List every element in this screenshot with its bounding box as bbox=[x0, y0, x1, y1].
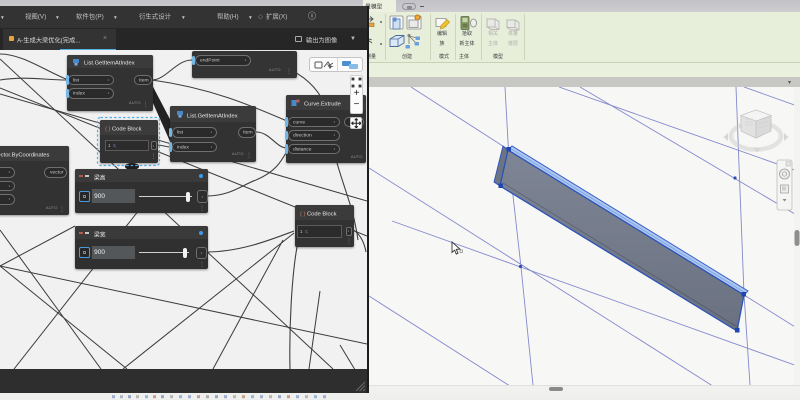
svg-text:创建: 创建 bbox=[402, 53, 412, 60]
svg-text:楼层: 楼层 bbox=[508, 40, 518, 47]
svg-text:模式: 模式 bbox=[439, 53, 449, 60]
svg-text:族: 族 bbox=[440, 40, 445, 47]
svg-text:拾取: 拾取 bbox=[462, 30, 472, 37]
svg-text:新主体: 新主体 bbox=[460, 40, 475, 47]
svg-text:主体: 主体 bbox=[488, 40, 498, 47]
svg-text:模型: 模型 bbox=[493, 53, 503, 60]
svg-text:相关: 相关 bbox=[488, 30, 498, 37]
svg-text:体量: 体量 bbox=[508, 30, 518, 37]
svg-text:主体: 主体 bbox=[459, 53, 469, 60]
svg-text:编辑: 编辑 bbox=[437, 30, 447, 37]
